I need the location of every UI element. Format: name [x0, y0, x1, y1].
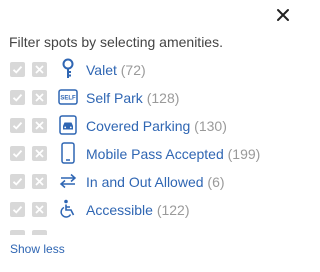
exclude-checkbox[interactable] — [32, 62, 47, 77]
exclude-checkbox[interactable] — [32, 202, 47, 217]
exclude-checkbox[interactable] — [32, 118, 47, 133]
include-checkbox[interactable] — [10, 174, 25, 189]
in-out-arrows-icon — [57, 169, 79, 193]
include-checkbox[interactable] — [10, 202, 25, 217]
close-icon[interactable] — [274, 6, 292, 24]
amenity-row-mobile-pass: Mobile Pass Accepted (199) — [0, 141, 300, 169]
amenity-row-covered-parking: Covered Parking (130) — [0, 113, 300, 141]
amenity-name: Self Park — [86, 90, 143, 106]
amenities-list: Valet (72) SELF Self Park (128) Covered … — [0, 57, 300, 235]
exclude-checkbox[interactable] — [32, 90, 47, 105]
include-checkbox[interactable] — [10, 90, 25, 105]
exclude-checkbox[interactable] — [32, 174, 47, 189]
show-less-link[interactable]: Show less — [10, 242, 65, 256]
amenity-row-clipped — [0, 225, 300, 235]
self-park-icon: SELF — [57, 85, 79, 109]
amenity-name: Covered Parking — [86, 118, 191, 134]
key-icon — [57, 57, 79, 81]
exclude-checkbox[interactable] — [32, 230, 47, 235]
amenity-row-valet: Valet (72) — [0, 57, 300, 85]
covered-parking-icon — [57, 113, 79, 137]
amenity-label[interactable]: Covered Parking (130) — [86, 118, 227, 134]
amenity-name: Valet — [86, 62, 117, 78]
svg-text:SELF: SELF — [60, 96, 76, 102]
amenity-count: (199) — [227, 146, 261, 162]
exclude-checkbox[interactable] — [32, 146, 47, 161]
amenity-count: (122) — [156, 202, 190, 218]
amenity-label[interactable]: Accessible (122) — [86, 202, 190, 218]
amenity-name: Mobile Pass Accepted — [86, 146, 224, 162]
amenity-row-self-park: SELF Self Park (128) — [0, 85, 300, 113]
amenity-count: (6) — [207, 174, 225, 190]
amenity-name: Accessible — [86, 202, 153, 218]
amenity-label[interactable]: Mobile Pass Accepted (199) — [86, 146, 260, 162]
include-checkbox[interactable] — [10, 62, 25, 77]
amenity-count: (128) — [146, 90, 180, 106]
amenity-label[interactable]: In and Out Allowed (6) — [86, 174, 225, 190]
amenity-label[interactable]: Valet (72) — [86, 62, 146, 78]
mobile-phone-icon — [57, 141, 79, 165]
wheelchair-icon — [57, 197, 79, 221]
amenity-row-in-out: In and Out Allowed (6) — [0, 169, 300, 197]
amenity-label[interactable]: Self Park (128) — [86, 90, 179, 106]
filter-intro-text: Filter spots by selecting amenities. — [9, 34, 223, 50]
include-checkbox[interactable] — [10, 230, 25, 235]
amenities-filter-panel: Filter spots by selecting amenities. Val… — [0, 0, 300, 272]
amenity-count: (72) — [120, 62, 146, 78]
include-checkbox[interactable] — [10, 146, 25, 161]
amenity-row-accessible: Accessible (122) — [0, 197, 300, 225]
amenity-name: In and Out Allowed — [86, 174, 204, 190]
include-checkbox[interactable] — [10, 118, 25, 133]
amenity-count: (130) — [194, 118, 227, 134]
